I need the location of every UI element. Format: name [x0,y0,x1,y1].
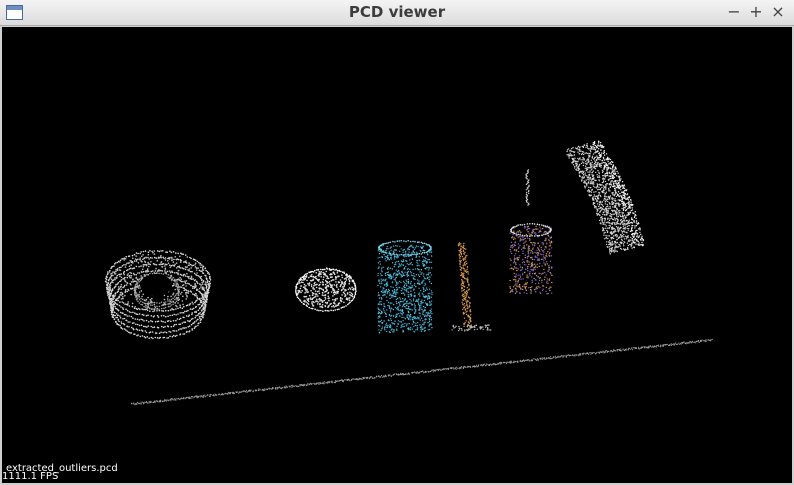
minimize-button[interactable]: − [724,2,744,22]
fps-counter: 1111.1 FPS [2,471,59,482]
point-cloud-canvas[interactable] [2,27,792,483]
maximize-button[interactable]: + [746,2,766,22]
window-title: PCD viewer [348,3,446,21]
puck-point-cloud [295,267,357,313]
cylinder-point-cloud [377,239,433,334]
title-bar[interactable]: PCD viewer − + × [0,0,794,26]
can-point-cloud [509,222,553,295]
close-button[interactable]: × [768,2,788,22]
pcd-viewer-window: PCD viewer − + × extracted_outliers.pcd … [0,0,794,485]
floor-edge-point-cloud [131,338,713,406]
point-cloud-viewport[interactable]: extracted_outliers.pcd 1111.1 FPS [2,27,792,483]
shell-point-cloud [525,140,645,255]
ring-point-cloud [104,250,212,340]
stick-point-cloud [451,242,492,332]
